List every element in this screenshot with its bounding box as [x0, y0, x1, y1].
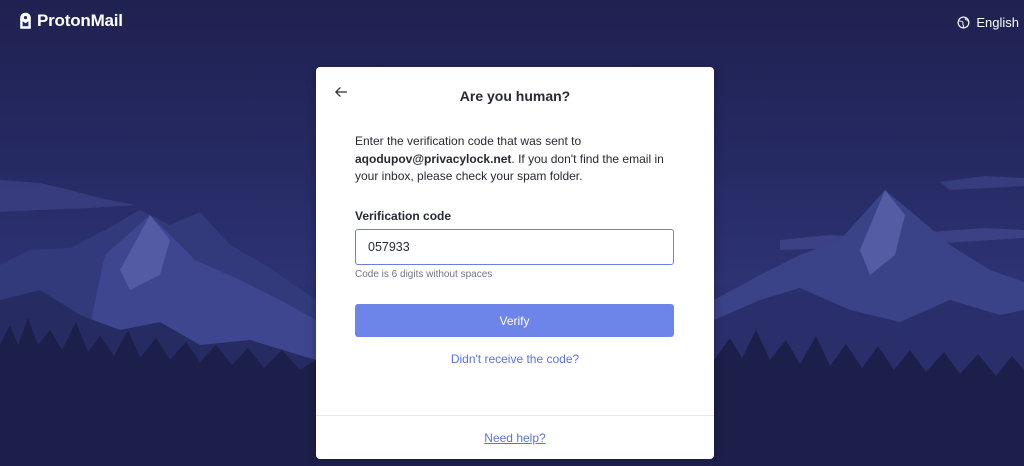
language-selector[interactable]: English: [957, 15, 1019, 30]
verification-card: Are you human? Enter the verification co…: [316, 67, 714, 459]
page: ProtonMail English Are you human? Enter …: [0, 0, 1024, 466]
verification-code-input[interactable]: [355, 229, 674, 265]
code-hint: Code is 6 digits without spaces: [355, 269, 493, 280]
description-prefix: Enter the verification code that was sen…: [355, 134, 582, 148]
need-help-link[interactable]: Need help?: [316, 431, 714, 445]
verification-code-label: Verification code: [355, 209, 452, 223]
card-divider: [316, 415, 714, 416]
resend-code-link[interactable]: Didn't receive the code?: [316, 352, 714, 366]
language-label: English: [976, 15, 1019, 30]
recipient-email: aqodupov@privacylock.net: [355, 151, 512, 166]
brand-logo[interactable]: ProtonMail: [19, 11, 123, 31]
card-title: Are you human?: [459, 88, 571, 104]
brand-name: ProtonMail: [37, 11, 123, 30]
globe-icon: [957, 16, 970, 29]
verify-button[interactable]: Verify: [355, 304, 674, 337]
verification-description: Enter the verification code that was sen…: [355, 133, 685, 186]
protonmail-logo-icon: [20, 12, 31, 29]
